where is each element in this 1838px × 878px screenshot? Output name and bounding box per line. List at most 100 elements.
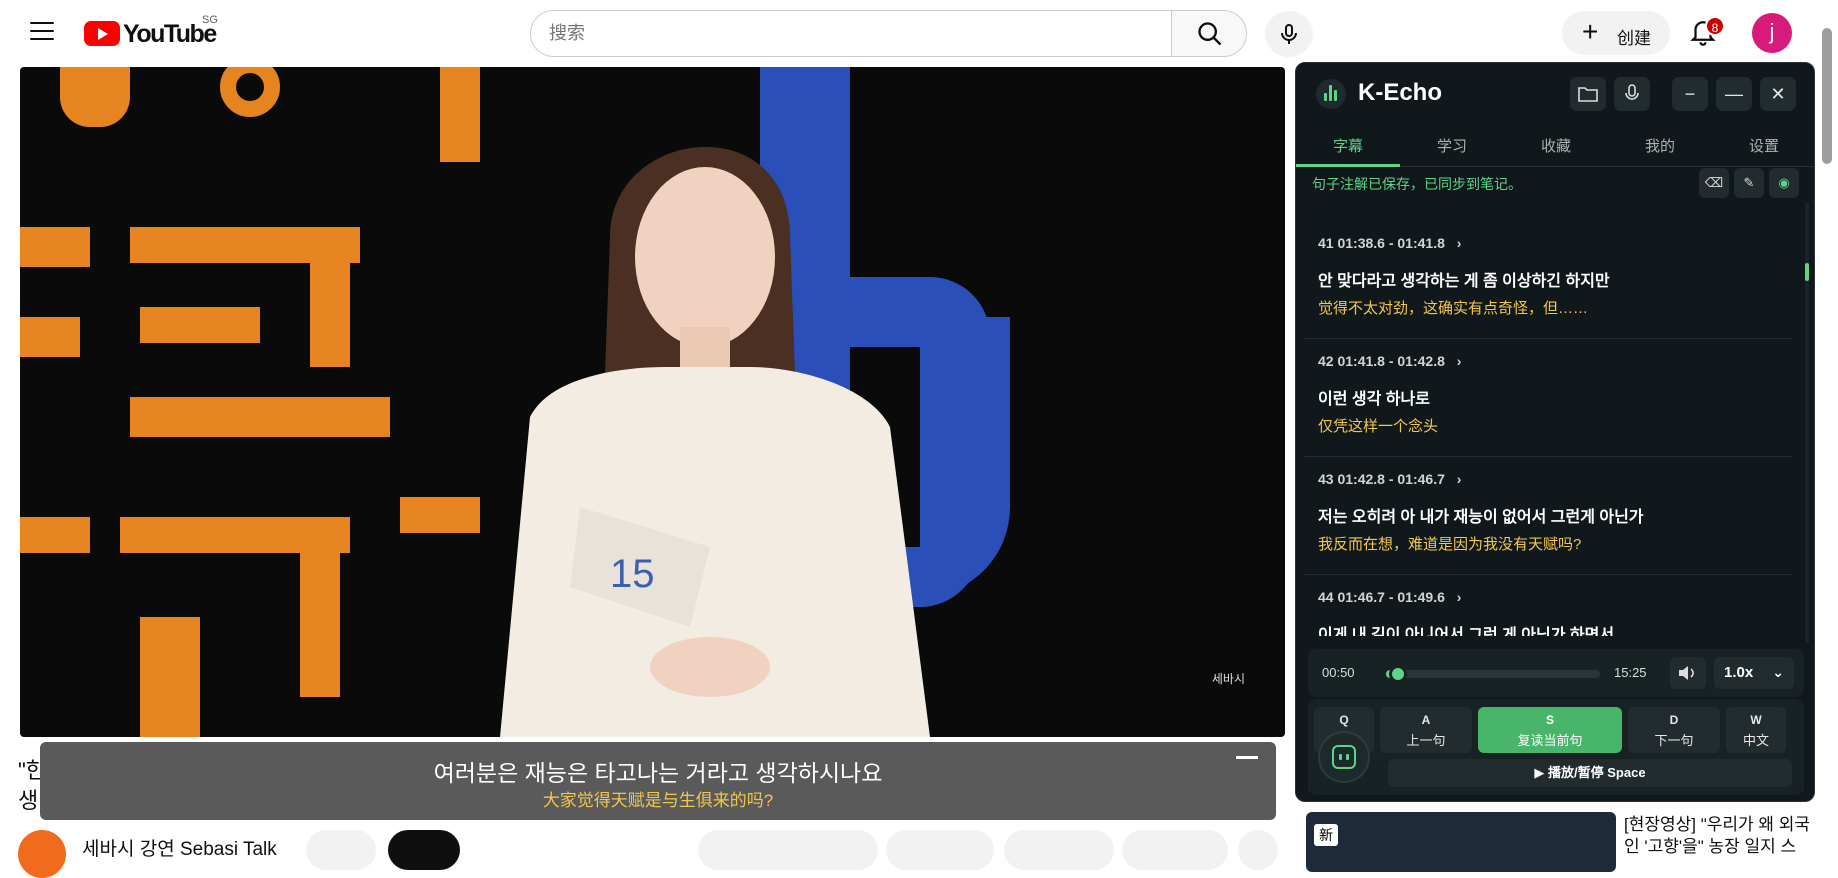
search-input[interactable] <box>549 11 1149 56</box>
recommendation-title[interactable]: [현장영상] "우리가 왜 외국인 '고향'을" 농장 일지 스 <box>1624 814 1824 858</box>
microphone-icon <box>1625 84 1639 100</box>
subtitle-list[interactable]: 41 01:38.6 - 01:41.8 › 안 맞다라고 생각하는 게 좀 이… <box>1304 221 1792 636</box>
progress-slider[interactable] <box>1386 665 1600 683</box>
search-box <box>530 10 1172 57</box>
join-button[interactable] <box>306 830 376 870</box>
microphone-button[interactable] <box>1614 77 1650 111</box>
playback-bar: 00:50 15:25 1.0x ⌄ <box>1308 649 1804 697</box>
stage-letter-shape <box>20 517 90 553</box>
save-button[interactable] <box>1004 830 1114 870</box>
chevron-right-icon: › <box>1456 589 1462 605</box>
stage-letter-shape <box>60 67 130 127</box>
key-hint: Q <box>1339 713 1349 727</box>
stage-letter-shape <box>140 617 200 737</box>
youtube-logo-icon[interactable] <box>84 21 120 46</box>
collapse-button[interactable]: − <box>1672 77 1708 111</box>
chinese-toggle-button[interactable]: W 中文 <box>1726 707 1786 753</box>
create-label: 创建 <box>1617 29 1651 48</box>
subscribe-button[interactable] <box>388 830 460 870</box>
subtitle-item[interactable]: 42 01:41.8 - 01:42.8 › 이런 생각 하나로 仅凭这样一个念… <box>1304 339 1792 457</box>
status-message: 句子注解已保存，已同步到笔记。 <box>1312 176 1522 192</box>
k-echo-tabs: 字幕 学习 收藏 我的 设置 <box>1296 123 1814 167</box>
eraser-icon: ⌫ <box>1704 175 1724 190</box>
minimize-icon[interactable] <box>1236 756 1258 759</box>
volume-button[interactable] <box>1670 657 1706 689</box>
more-actions-button[interactable] <box>1238 830 1278 870</box>
subtitle-item[interactable]: 44 01:46.7 - 01:49.6 › 이게 내 길이 아니어서 그런 게… <box>1304 575 1792 636</box>
key-hint: D <box>1669 713 1679 727</box>
page-scrollbar[interactable] <box>1822 28 1832 164</box>
stage-letter-shape <box>310 227 350 367</box>
new-badge: 新 <box>1314 824 1338 846</box>
svg-text:15: 15 <box>610 552 655 596</box>
subtitle-time: 42 01:41.8 - 01:42.8 › <box>1318 353 1461 369</box>
subtitle-time-text: 42 01:41.8 - 01:42.8 <box>1318 353 1445 369</box>
progress-handle[interactable] <box>1388 665 1407 683</box>
share-button[interactable] <box>886 830 994 870</box>
stage-letter-shape <box>130 397 390 437</box>
search-button[interactable] <box>1171 10 1247 57</box>
video-player[interactable]: 15 세바시 <box>20 67 1285 737</box>
subtitle-korean: 이런 생각 하나로 <box>1318 391 1430 408</box>
subtitle-item[interactable]: 41 01:38.6 - 01:41.8 › 안 맞다라고 생각하는 게 좀 이… <box>1304 221 1792 339</box>
chevron-down-icon: ⌄ <box>1772 664 1784 680</box>
assistant-robot-button[interactable] <box>1318 731 1370 783</box>
minimize-icon: — <box>1725 84 1743 104</box>
edit-notes-button[interactable]: ✎ <box>1734 168 1764 198</box>
k-echo-panel: K-Echo − — ✕ 字幕 学习 收藏 我的 设置 句子注解已保存，已同步到… <box>1295 62 1815 802</box>
chevron-right-icon: › <box>1456 353 1462 369</box>
tab-study[interactable]: 学习 <box>1422 135 1482 156</box>
tab-subtitles[interactable]: 字幕 <box>1318 135 1378 156</box>
open-folder-button[interactable] <box>1570 77 1606 111</box>
subtitle-korean: 여러분은 재능은 타고나는 거라고 생각하시나요 <box>433 760 883 786</box>
control-label: 下一句 <box>1654 733 1694 748</box>
floating-subtitle-bar[interactable]: 여러분은 재능은 타고나는 거라고 생각하시나요 大家觉得天赋是与生俱来的吗? <box>40 742 1276 820</box>
previous-sentence-button[interactable]: A 上一句 <box>1380 707 1472 753</box>
subtitle-korean: 안 맞다라고 생각하는 게 좀 이상하긴 하지만 <box>1318 273 1610 290</box>
tab-settings[interactable]: 设置 <box>1734 135 1794 156</box>
k-echo-title: K-Echo <box>1358 79 1442 106</box>
subtitle-chinese: 我反而在想，难道是因为我没有天赋吗? <box>1318 536 1582 553</box>
control-pad: Q文 A上一句 S复读当前句 D下一句 W中文 ▶ 播放/暂停 Space <box>1308 699 1804 795</box>
chevron-right-icon: › <box>1456 471 1462 487</box>
playback-speed-select[interactable]: 1.0x ⌄ <box>1714 657 1794 689</box>
total-time: 15:25 <box>1614 665 1647 680</box>
recommendation-thumbnail[interactable]: 新 <box>1306 812 1616 872</box>
voice-search-button[interactable] <box>1265 11 1313 57</box>
control-label: 复读当前句 <box>1517 733 1583 748</box>
subtitle-time-text: 44 01:46.7 - 01:49.6 <box>1318 589 1445 605</box>
control-label: 中文 <box>1742 733 1769 748</box>
channel-name[interactable]: 세바시 강연 Sebasi Talk <box>82 834 277 861</box>
subtitle-chinese: 觉得不太对劲，这确实有点奇怪，但…… <box>1318 300 1589 317</box>
active-tab-indicator <box>1296 164 1400 167</box>
sync-button[interactable]: ◉ <box>1769 168 1799 198</box>
close-button[interactable]: ✕ <box>1760 77 1796 111</box>
channel-avatar[interactable] <box>18 830 66 878</box>
subtitle-time: 43 01:42.8 - 01:46.7 › <box>1318 471 1461 487</box>
subtitle-time: 44 01:46.7 - 01:49.6 › <box>1318 589 1461 605</box>
download-button[interactable] <box>1122 830 1228 870</box>
k-echo-header: K-Echo − — ✕ <box>1296 63 1814 123</box>
minimize-button[interactable]: — <box>1716 77 1752 111</box>
subtitle-korean: 저는 오히려 아 내가 재능이 없어서 그런게 아닌가 <box>1318 509 1644 526</box>
subtitle-list-scroll-thumb[interactable] <box>1805 263 1809 281</box>
stage-letter-shape <box>220 67 280 117</box>
next-sentence-button[interactable]: D 下一句 <box>1628 707 1720 753</box>
tab-favorites[interactable]: 收藏 <box>1526 135 1586 156</box>
stage-letter-shape <box>300 517 340 697</box>
microphone-icon <box>1281 24 1297 44</box>
country-code: SG <box>202 14 218 26</box>
search-icon <box>1198 22 1222 46</box>
play-pause-button[interactable]: ▶ 播放/暂停 Space <box>1388 759 1792 787</box>
repeat-current-button[interactable]: S 复读当前句 <box>1478 707 1622 753</box>
tab-mine[interactable]: 我的 <box>1630 135 1690 156</box>
like-dislike-button[interactable] <box>698 830 878 870</box>
eraser-button[interactable]: ⌫ <box>1699 168 1729 198</box>
folder-icon <box>1578 87 1598 102</box>
key-hint: A <box>1421 713 1431 727</box>
create-button[interactable]: + 创建 <box>1562 11 1670 55</box>
menu-icon[interactable] <box>30 22 54 42</box>
subtitle-item[interactable]: 43 01:42.8 - 01:46.7 › 저는 오히려 아 내가 재능이 없… <box>1304 457 1792 575</box>
speaker-figure: 15 <box>500 146 930 737</box>
account-avatar[interactable]: j <box>1752 13 1792 53</box>
